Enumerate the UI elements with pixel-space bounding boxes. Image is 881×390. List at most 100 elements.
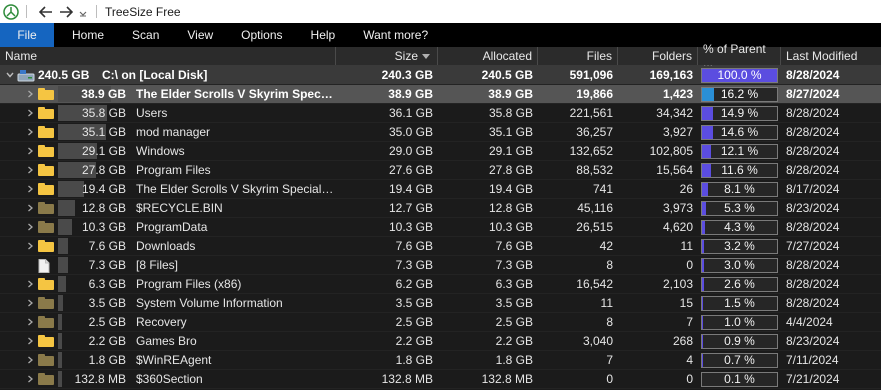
menu-scan[interactable]: Scan	[118, 23, 173, 47]
row-modified: 7/21/2024	[786, 372, 840, 386]
folder-icon	[38, 126, 54, 139]
folder-dim-icon	[38, 354, 54, 367]
row-name: $WinREAgent	[136, 353, 212, 367]
tree-row[interactable]: 2.5 GB Recovery 2.5 GB 2.5 GB 8 7 1.0 % …	[0, 313, 881, 332]
tree-row[interactable]: 35.1 GB mod manager 35.0 GB 35.1 GB 36,2…	[0, 123, 881, 142]
row-files: 88,532	[576, 163, 613, 177]
row-size: 2.2 GB	[395, 334, 433, 348]
row-allocated: 38.9 GB	[488, 87, 533, 101]
row-files: 11	[600, 296, 613, 310]
row-size: 7.3 GB	[395, 258, 433, 272]
tree-row[interactable]: 2.2 GB Games Bro 2.2 GB 2.2 GB 3,040 268…	[0, 332, 881, 351]
row-percent-fill	[702, 87, 715, 101]
row-folders: 1,423	[662, 87, 693, 101]
forward-arrow-icon[interactable]	[56, 2, 76, 22]
chevron-right-icon[interactable]	[25, 127, 35, 137]
row-size: 38.9 GB	[388, 87, 433, 101]
row-size-label: 19.4 GB	[81, 182, 126, 196]
folder-dim-icon	[38, 221, 54, 234]
tree-row[interactable]: 3.5 GB System Volume Information 3.5 GB …	[0, 294, 881, 313]
chevron-right-icon[interactable]	[25, 222, 35, 232]
tree-row[interactable]: 6.3 GB Program Files (x86) 6.2 GB 6.3 GB…	[0, 275, 881, 294]
chevron-right-icon[interactable]	[25, 184, 35, 194]
column-percent-header[interactable]: % of Parent ...	[698, 42, 781, 70]
tree-row[interactable]: 1.8 GB $WinREAgent 1.8 GB 1.8 GB 7 4 0.7…	[0, 351, 881, 370]
row-size: 132.8 MB	[381, 372, 433, 386]
row-name: Games Bro	[136, 334, 197, 348]
chevron-right-icon[interactable]	[25, 279, 35, 289]
tree-row[interactable]: 132.8 MB $360Section 132.8 MB 132.8 MB 0…	[0, 370, 881, 389]
row-percent-bar: 14.6 %	[701, 124, 778, 140]
chevron-right-icon[interactable]	[25, 165, 35, 175]
row-percent-label: 4.3 %	[724, 220, 755, 234]
chevron-right-icon[interactable]	[25, 241, 35, 251]
menu-file[interactable]: File	[0, 23, 54, 47]
row-percent-fill	[702, 353, 703, 367]
row-percent-fill	[702, 163, 711, 177]
menu-help[interactable]: Help	[297, 23, 350, 47]
folder-icon	[38, 107, 54, 120]
tree-row[interactable]: 38.9 GB The Elder Scrolls V Skyrim Speci…	[0, 85, 881, 104]
row-modified: 8/28/2024	[786, 220, 840, 234]
row-allocated: 19.4 GB	[488, 182, 533, 196]
row-allocated: 10.3 GB	[488, 220, 533, 234]
column-name-header[interactable]: Name	[0, 47, 336, 65]
row-folders: 102,805	[649, 144, 693, 158]
row-size-label: 27.8 GB	[81, 163, 126, 177]
tree-row[interactable]: 7.3 GB [8 Files] 7.3 GB 7.3 GB 8 0 3.0 %…	[0, 256, 881, 275]
row-percent-fill	[702, 182, 709, 196]
row-percent-label: 14.6 %	[720, 125, 759, 139]
chevron-down-icon[interactable]	[5, 70, 15, 80]
row-percent-bar: 3.0 %	[701, 257, 778, 273]
tree-row[interactable]: 29.1 GB Windows 29.0 GB 29.1 GB 132,652 …	[0, 142, 881, 161]
chevron-right-icon[interactable]	[25, 336, 35, 346]
chevron-right-icon[interactable]	[25, 317, 35, 327]
menu-want-more[interactable]: Want more?	[349, 23, 442, 47]
row-allocated: 3.5 GB	[495, 296, 533, 310]
chevron-right-icon[interactable]	[25, 298, 35, 308]
chevron-right-icon[interactable]	[25, 146, 35, 156]
row-folders: 3,973	[662, 201, 693, 215]
row-modified: 8/28/2024	[786, 125, 840, 139]
folder-dim-icon	[38, 202, 54, 215]
menu-home[interactable]: Home	[58, 23, 118, 47]
menu-view[interactable]: View	[173, 23, 227, 47]
folder-icon	[38, 240, 54, 253]
row-modified: 7/11/2024	[786, 353, 839, 367]
column-folders-header[interactable]: Folders	[618, 47, 698, 65]
row-files: 741	[592, 182, 613, 196]
chevron-right-icon[interactable]	[25, 108, 35, 118]
row-percent-label: 5.3 %	[724, 201, 755, 215]
row-name: The Elder Scrolls V Skyrim Special ...	[136, 87, 334, 101]
row-percent-fill	[702, 315, 703, 329]
tree-row[interactable]: 12.8 GB $RECYCLE.BIN 12.7 GB 12.8 GB 45,…	[0, 199, 881, 218]
tree-row[interactable]: 19.4 GB The Elder Scrolls V Skyrim Speci…	[0, 180, 881, 199]
column-modified-label: Last Modified	[786, 49, 858, 63]
column-allocated-header[interactable]: Allocated	[438, 47, 538, 65]
row-name: The Elder Scrolls V Skyrim Special E...	[136, 182, 334, 196]
menu-options[interactable]: Options	[227, 23, 296, 47]
row-size-label: 132.8 MB	[74, 372, 126, 386]
tree-row[interactable]: 35.8 GB Users 36.1 GB 35.8 GB 221,561 34…	[0, 104, 881, 123]
row-allocated: 132.8 MB	[481, 372, 533, 386]
column-size-header[interactable]: Size	[336, 47, 438, 65]
chevron-right-icon[interactable]	[25, 203, 35, 213]
back-arrow-icon[interactable]	[36, 2, 56, 22]
row-percent-label: 0.1 %	[724, 372, 755, 386]
column-modified-header[interactable]: Last Modified	[781, 47, 881, 65]
folder-dim-icon	[38, 373, 54, 386]
row-folders: 0	[686, 372, 693, 386]
row-allocated: 2.2 GB	[495, 334, 533, 348]
chevron-right-icon[interactable]	[25, 374, 35, 384]
tree-row[interactable]: 10.3 GB ProgramData 10.3 GB 10.3 GB 26,5…	[0, 218, 881, 237]
tree-row[interactable]: 27.8 GB Program Files 27.6 GB 27.8 GB 88…	[0, 161, 881, 180]
dropdown-arrow-icon[interactable]	[76, 2, 90, 22]
tree-row[interactable]: 7.6 GB Downloads 7.6 GB 7.6 GB 42 11 3.2…	[0, 237, 881, 256]
chevron-right-icon[interactable]	[25, 355, 35, 365]
root-files: 591,096	[569, 68, 613, 82]
column-files-header[interactable]: Files	[538, 47, 618, 65]
row-percent-label: 12.1 %	[720, 144, 759, 158]
chevron-right-icon[interactable]	[25, 89, 35, 99]
row-percent-bar: 1.0 %	[701, 314, 778, 330]
tree-root-row[interactable]: 240.5 GB C:\ on [Local Disk] 240.3 GB 24…	[0, 66, 881, 85]
